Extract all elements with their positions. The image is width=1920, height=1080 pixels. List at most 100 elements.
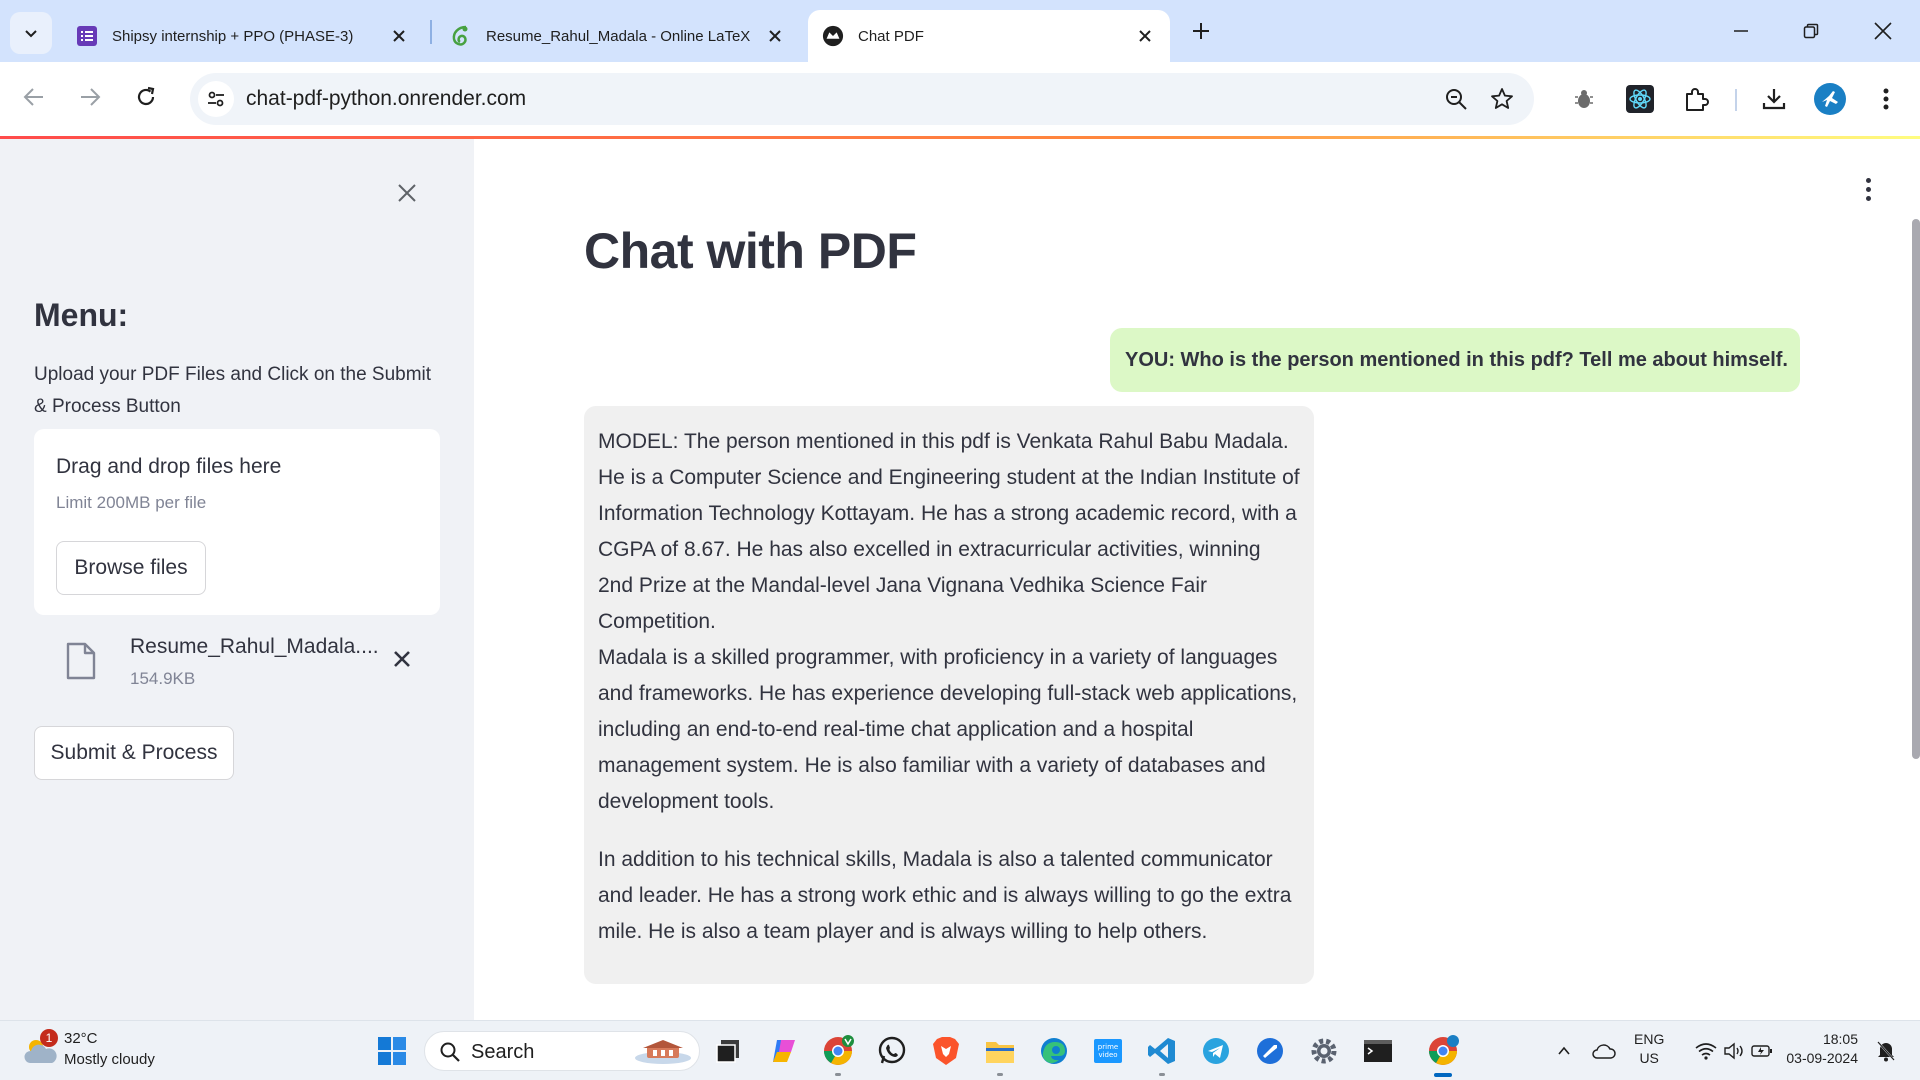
taskbar-clock[interactable]: 18:05 03-09-2024 <box>1784 1030 1858 1068</box>
telegram-icon[interactable] <box>1198 1033 1234 1069</box>
weather-description[interactable]: Mostly cloudy <box>64 1051 155 1068</box>
model-message-paragraph: MODEL: The person mentioned in this pdf … <box>598 430 1300 813</box>
app-main-menu[interactable] <box>1858 174 1878 204</box>
page-title: Chat with PDF <box>584 223 917 279</box>
onedrive-cloud-icon[interactable] <box>1592 1039 1616 1063</box>
tab-title: Chat PDF <box>858 27 924 45</box>
submit-process-button[interactable]: Submit & Process <box>34 726 234 780</box>
restore-button[interactable] <box>1788 12 1834 50</box>
taskbar-search-box[interactable]: Search <box>424 1031 700 1071</box>
window-close-button[interactable] <box>1860 12 1906 50</box>
minimize-button[interactable] <box>1718 12 1764 50</box>
arrow-left-icon <box>23 88 43 106</box>
file-dropzone[interactable]: Drag and drop files here Limit 200MB per… <box>34 429 440 615</box>
close-icon <box>398 184 416 202</box>
uploaded-file-name: Resume_Rahul_Madala.... <box>130 635 379 658</box>
battery-icon[interactable] <box>1750 1039 1774 1063</box>
sidebar: Menu: Upload your PDF Files and Click on… <box>0 139 474 1021</box>
new-tab-button[interactable] <box>1184 14 1218 48</box>
prime-video-icon[interactable]: prime video <box>1090 1033 1126 1069</box>
chevron-up-icon[interactable] <box>1552 1039 1576 1063</box>
settings-gear-icon[interactable] <box>1306 1033 1342 1069</box>
notification-badge: 1 <box>40 1029 58 1047</box>
svg-text:prime: prime <box>1098 1043 1118 1051</box>
search-highlight-icon <box>635 1040 691 1064</box>
react-devtools-icon[interactable] <box>1622 81 1658 117</box>
forward-button[interactable] <box>70 77 110 117</box>
dropzone-limit: Limit 200MB per file <box>56 493 207 512</box>
bug-extension-icon[interactable] <box>1566 81 1602 117</box>
tab-shipsy[interactable]: Shipsy internship + PPO (PHASE-3) <box>62 10 424 62</box>
profile-avatar[interactable] <box>1812 81 1848 117</box>
plus-icon <box>1193 23 1209 39</box>
close-icon[interactable] <box>764 25 786 47</box>
back-button[interactable] <box>14 77 54 117</box>
address-bar[interactable]: chat-pdf-python.onrender.com <box>190 73 1534 125</box>
input-language-indicator[interactable]: ENG US <box>1634 1030 1664 1068</box>
zoom-icon[interactable] <box>1440 83 1472 115</box>
restore-icon <box>1803 23 1819 39</box>
file-explorer-icon[interactable] <box>982 1033 1018 1069</box>
close-icon[interactable] <box>388 25 410 47</box>
clock-date: 03-09-2024 <box>1786 1050 1858 1066</box>
running-indicator <box>835 1073 841 1076</box>
active-app-indicator <box>1434 1073 1452 1077</box>
sidebar-close-button[interactable] <box>398 177 416 209</box>
close-icon[interactable] <box>1134 25 1156 47</box>
chrome-profile-icon[interactable] <box>820 1033 856 1069</box>
region-code: US <box>1639 1050 1659 1066</box>
sidebar-heading: Menu: <box>34 297 129 333</box>
browser-tab-strip: Shipsy internship + PPO (PHASE-3) Resume… <box>0 0 1920 62</box>
tab-title: Resume_Rahul_Madala - Online LaTeX <box>486 27 751 45</box>
download-icon[interactable] <box>1756 81 1792 117</box>
remove-file-button[interactable] <box>388 645 416 673</box>
svg-text:video: video <box>1098 1051 1117 1059</box>
streamlit-icon <box>822 25 844 47</box>
browse-files-button[interactable]: Browse files <box>56 541 206 595</box>
weather-temperature[interactable]: 32°C <box>64 1030 98 1047</box>
tab-separator <box>430 20 432 44</box>
edge-browser-icon[interactable] <box>1036 1033 1072 1069</box>
site-info-button[interactable] <box>198 81 234 117</box>
page-scrollbar[interactable] <box>1912 219 1920 759</box>
kebab-menu-icon[interactable] <box>1868 81 1904 117</box>
running-indicator <box>997 1073 1003 1076</box>
tab-search-button[interactable] <box>10 12 52 54</box>
brave-browser-icon[interactable] <box>928 1033 964 1069</box>
bookmark-star-icon[interactable] <box>1486 83 1518 115</box>
arrow-right-icon <box>81 88 101 106</box>
model-message-paragraph: In addition to his technical skills, Mad… <box>598 848 1292 943</box>
minimize-icon <box>1734 30 1748 32</box>
toolbar-separator <box>1735 89 1737 111</box>
dropzone-title: Drag and drop files here <box>56 455 282 478</box>
close-icon <box>1874 22 1892 40</box>
running-indicator <box>1159 1073 1165 1076</box>
reload-button[interactable] <box>126 77 166 117</box>
chrome-active-icon[interactable] <box>1425 1033 1461 1069</box>
whatsapp-icon[interactable] <box>874 1033 910 1069</box>
extensions-puzzle-icon[interactable] <box>1678 81 1714 117</box>
close-icon <box>394 651 410 667</box>
search-icon <box>440 1042 460 1062</box>
copilot-icon[interactable] <box>766 1033 802 1069</box>
terminal-icon[interactable] <box>1360 1033 1396 1069</box>
windows-start-icon[interactable] <box>376 1035 408 1067</box>
app-shortcut-icon[interactable] <box>1252 1033 1288 1069</box>
uploaded-file-size: 154.9KB <box>130 669 196 688</box>
sidebar-description: Upload your PDF Files and Click on the S… <box>34 364 432 417</box>
forms-icon <box>76 25 98 47</box>
vscode-icon[interactable] <box>1144 1033 1180 1069</box>
clock-time: 18:05 <box>1822 1031 1858 1047</box>
reload-icon <box>137 86 155 106</box>
tab-overleaf[interactable]: Resume_Rahul_Madala - Online LaTeX <box>436 10 800 62</box>
notifications-bell-icon[interactable] <box>1874 1039 1898 1063</box>
wifi-icon[interactable] <box>1694 1039 1718 1063</box>
chevron-down-icon <box>25 30 37 38</box>
user-message: YOU: Who is the person mentioned in this… <box>1110 328 1800 392</box>
overleaf-icon <box>450 25 472 47</box>
task-view-icon[interactable] <box>710 1033 746 1069</box>
tab-title: Shipsy internship + PPO (PHASE-3) <box>112 27 354 45</box>
url-text[interactable]: chat-pdf-python.onrender.com <box>246 87 526 111</box>
tab-chat-pdf[interactable]: Chat PDF <box>808 10 1170 62</box>
volume-icon[interactable] <box>1722 1039 1746 1063</box>
